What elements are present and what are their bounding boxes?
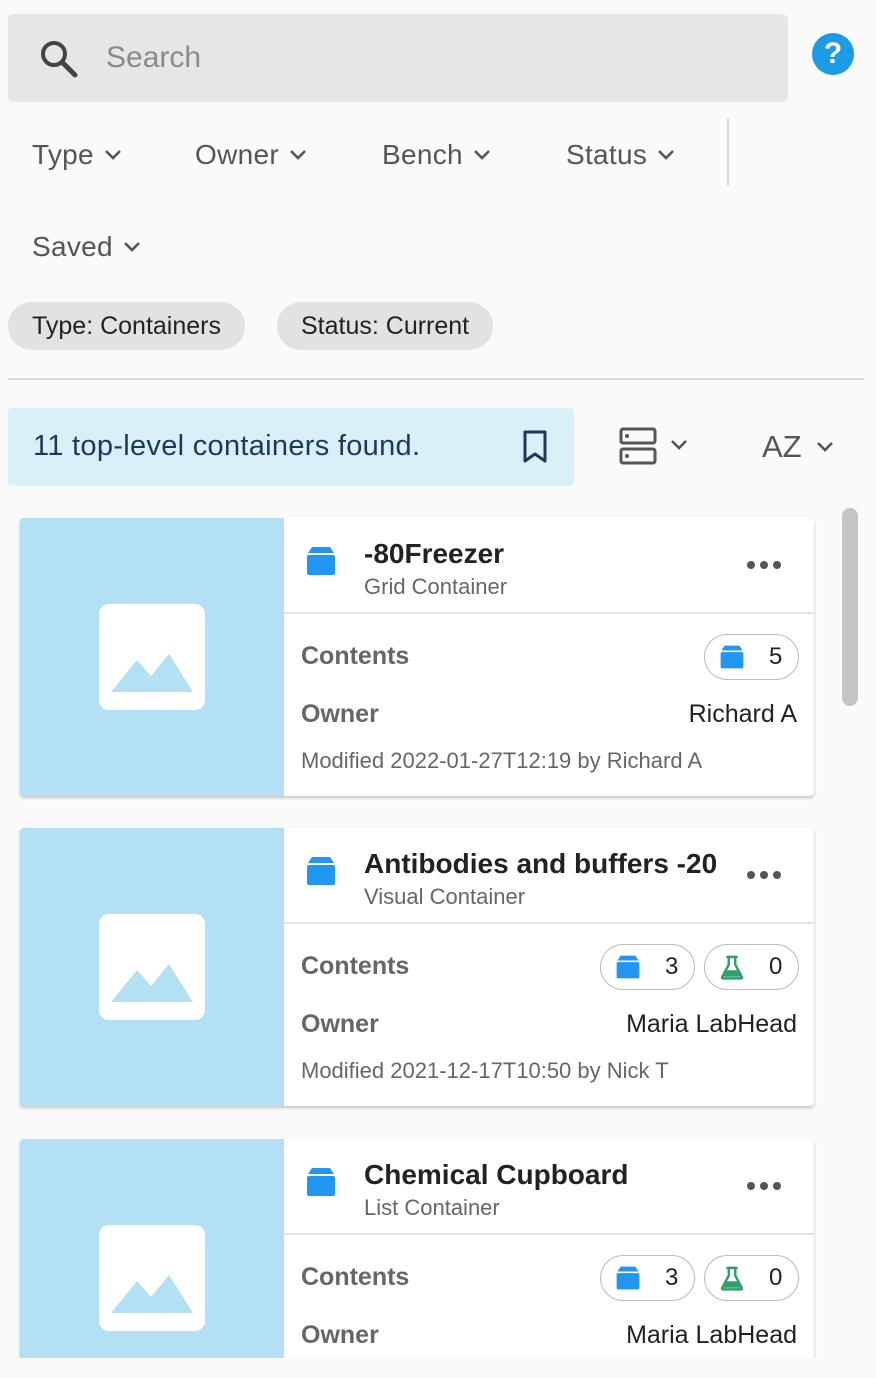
result-count: 11 top-level containers found. — [33, 430, 421, 462]
more-options-icon[interactable] — [746, 1179, 782, 1193]
sample-count-badge[interactable]: 0 — [704, 944, 800, 990]
image-placeholder-icon — [99, 1225, 205, 1331]
chevron-down-icon — [290, 150, 306, 160]
more-options-icon[interactable] — [746, 558, 782, 572]
card-body: Contents 3 0 Owner Maria LabHead Modifie… — [284, 924, 814, 1106]
flask-icon — [720, 955, 744, 980]
card-title: -80Freezer — [364, 538, 505, 569]
container-icon — [307, 857, 335, 885]
view-mode-toggle[interactable] — [618, 424, 698, 470]
bottom-edge — [0, 1358, 876, 1378]
owner-value: Maria LabHead — [626, 1321, 797, 1349]
help-button[interactable]: ? — [812, 33, 854, 75]
card-thumbnail — [20, 1139, 284, 1378]
result-banner: 11 top-level containers found. — [8, 408, 574, 486]
chip-status-current[interactable]: Status: Current — [277, 302, 494, 350]
container-card[interactable]: Chemical Cupboard List Container Content… — [20, 1139, 814, 1378]
chevron-down-icon — [658, 150, 675, 160]
contents-label: Contents — [301, 1263, 410, 1291]
modified-info: Modified 2022-01-27T12:19 by Richard A — [301, 748, 703, 773]
chevron-down-icon — [104, 150, 121, 160]
chip-label: Type: Containers — [32, 311, 221, 340]
chip-type-containers[interactable]: Type: Containers — [8, 302, 245, 350]
filter-saved[interactable]: Saved — [32, 222, 141, 272]
sort-label: AZ — [762, 429, 802, 464]
image-placeholder-icon — [99, 914, 205, 1020]
chevron-down-icon — [816, 442, 833, 452]
filter-divider — [727, 118, 729, 186]
filter-status-label: Status — [566, 139, 648, 170]
container-count: 3 — [665, 1264, 679, 1291]
image-placeholder-icon — [99, 604, 205, 710]
container-count: 3 — [665, 953, 679, 980]
sample-count-badge[interactable]: 0 — [704, 1255, 800, 1301]
list-view-icon — [619, 427, 687, 465]
container-count-badge[interactable]: 3 — [600, 944, 696, 990]
container-card[interactable]: -80Freezer Grid Container Contents 5 Own… — [20, 518, 814, 796]
contents-label: Contents — [301, 952, 410, 980]
filter-owner[interactable]: Owner — [195, 130, 307, 180]
filter-type-label: Type — [32, 139, 94, 170]
chevron-down-icon — [473, 150, 490, 160]
card-subtitle: Visual Container — [364, 884, 526, 909]
container-count: 5 — [769, 643, 783, 670]
filter-bench-label: Bench — [382, 139, 463, 170]
filter-bench[interactable]: Bench — [382, 130, 491, 180]
sample-count: 0 — [769, 953, 783, 980]
contents-label: Contents — [301, 642, 410, 670]
card-title: Chemical Cupboard — [364, 1159, 629, 1190]
container-card[interactable]: Antibodies and buffers -20 Visual Contai… — [20, 828, 814, 1106]
container-count-badge[interactable]: 3 — [600, 1255, 696, 1301]
scrollbar-thumb[interactable] — [842, 508, 858, 706]
search-bar — [8, 14, 788, 102]
filter-type[interactable]: Type — [32, 130, 122, 180]
container-icon — [307, 547, 335, 575]
card-body: Contents 3 0 Owner Maria LabHead — [284, 1235, 814, 1378]
search-input[interactable] — [106, 34, 746, 82]
owner-label: Owner — [301, 1010, 379, 1038]
card-header: Antibodies and buffers -20 Visual Contai… — [284, 828, 814, 924]
card-thumbnail — [20, 828, 284, 1106]
flask-icon — [720, 1266, 744, 1291]
card-body: Contents 5 Owner Richard A Modified 2022… — [284, 614, 814, 796]
card-thumbnail — [20, 518, 284, 796]
help-icon: ? — [823, 37, 843, 70]
owner-value: Maria LabHead — [626, 1010, 797, 1038]
modified-info: Modified 2021-12-17T10:50 by Nick T — [301, 1058, 669, 1083]
owner-value: Richard A — [688, 700, 797, 728]
chip-label: Status: Current — [301, 311, 470, 340]
container-count-badge[interactable]: 5 — [704, 634, 800, 680]
owner-label: Owner — [301, 700, 379, 728]
card-subtitle: Grid Container — [364, 574, 508, 599]
divider — [8, 378, 864, 380]
card-header: -80Freezer Grid Container — [284, 518, 814, 614]
card-header: Chemical Cupboard List Container — [284, 1139, 814, 1235]
filter-status[interactable]: Status — [566, 130, 675, 180]
bookmark-icon[interactable] — [522, 430, 548, 464]
card-subtitle: List Container — [364, 1195, 500, 1220]
container-icon — [720, 645, 744, 669]
chevron-down-icon — [123, 242, 140, 252]
sort-toggle[interactable]: AZ — [762, 424, 834, 470]
filter-owner-label: Owner — [195, 139, 279, 170]
card-title: Antibodies and buffers -20 — [364, 848, 718, 879]
sample-count: 0 — [769, 1264, 783, 1291]
container-icon — [616, 1266, 640, 1290]
search-icon[interactable] — [38, 38, 80, 80]
container-icon — [307, 1168, 335, 1196]
container-icon — [616, 955, 640, 979]
filter-saved-label: Saved — [32, 231, 113, 262]
owner-label: Owner — [301, 1321, 379, 1349]
more-options-icon[interactable] — [746, 868, 782, 882]
